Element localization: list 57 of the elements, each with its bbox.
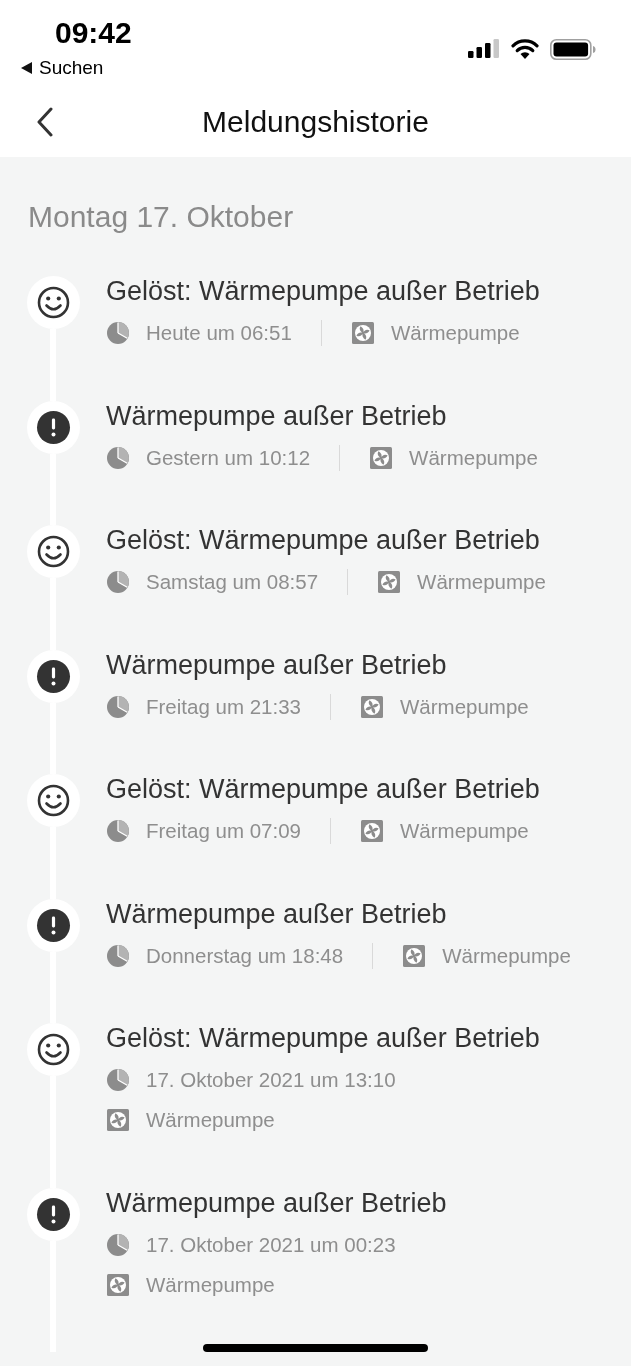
alert-time: Samstag um 08:57: [146, 569, 319, 595]
clock-icon: [107, 1233, 129, 1256]
alert-time: Donnerstag um 18:48: [146, 942, 344, 969]
fan-icon: [351, 322, 374, 344]
fan-icon: [361, 820, 383, 842]
alert-title: Wärmepumpe außer Betrieb: [106, 898, 447, 929]
clock-icon: [107, 571, 129, 593]
clock-icon: [107, 1069, 129, 1091]
device-name: Wärmepumpe: [146, 1107, 275, 1133]
clock-icon: [107, 944, 129, 967]
wifi-icon: [511, 39, 539, 59]
clock-icon: [107, 446, 129, 469]
clock-icon: [107, 820, 129, 842]
fan-icon: [361, 695, 383, 718]
alert-title: Gelöst: Wärmepumpe außer Betrieb: [106, 276, 540, 306]
status-time: 09:42: [55, 15, 132, 51]
alert-time: Freitag um 07:09: [146, 818, 301, 844]
smiley-icon: [26, 276, 80, 329]
clock-icon: [107, 322, 129, 344]
device-name: Wärmepumpe: [442, 942, 571, 969]
device-name: Wärmepumpe: [409, 444, 538, 471]
device-name: Wärmepumpe: [146, 1271, 275, 1298]
battery-icon: [550, 39, 596, 60]
smiley-icon: [26, 774, 80, 827]
alert-time: 17. Oktober 2021 um 13:10: [146, 1067, 396, 1093]
alert-time: Freitag um 21:33: [146, 693, 301, 720]
device-name: Wärmepumpe: [417, 569, 546, 595]
alert-title: Wärmepumpe außer Betrieb: [106, 649, 447, 680]
smiley-icon: [26, 525, 80, 578]
fan-icon: [403, 944, 426, 967]
triangle-left-icon: [21, 62, 32, 74]
smiley-icon: [26, 1023, 80, 1076]
device-name: Wärmepumpe: [390, 320, 520, 346]
alert-icon: [26, 1187, 80, 1241]
alert-icon: [26, 400, 80, 454]
fan-icon: [370, 446, 393, 469]
fan-icon: [107, 1109, 129, 1131]
chevron-left-icon: [36, 106, 54, 137]
alert-icon: [26, 649, 80, 703]
alert-title: Wärmepumpe außer Betrieb: [106, 1187, 447, 1218]
clock-icon: [107, 695, 129, 718]
page-title: Meldungshistorie: [201, 103, 430, 140]
alert-title: Wärmepumpe außer Betrieb: [106, 400, 447, 431]
device-name: Wärmepumpe: [400, 693, 529, 720]
alert-title: Gelöst: Wärmepumpe außer Betrieb: [106, 1023, 540, 1053]
alert-icon: [26, 898, 80, 952]
alert-time: Heute um 06:51: [146, 320, 292, 346]
alert-time: 17. Oktober 2021 um 00:23: [146, 1231, 396, 1258]
alert-title: Gelöst: Wärmepumpe außer Betrieb: [106, 774, 540, 804]
fan-icon: [378, 571, 401, 593]
device-name: Wärmepumpe: [400, 818, 529, 844]
back-to-app-link[interactable]: Suchen: [21, 57, 104, 79]
section-heading: Montag 17. Oktober: [28, 199, 294, 235]
alert-time: Gestern um 10:12: [146, 444, 311, 471]
signal-icon: [468, 39, 500, 58]
fan-icon: [107, 1273, 129, 1296]
alert-title: Gelöst: Wärmepumpe außer Betrieb: [106, 525, 540, 555]
